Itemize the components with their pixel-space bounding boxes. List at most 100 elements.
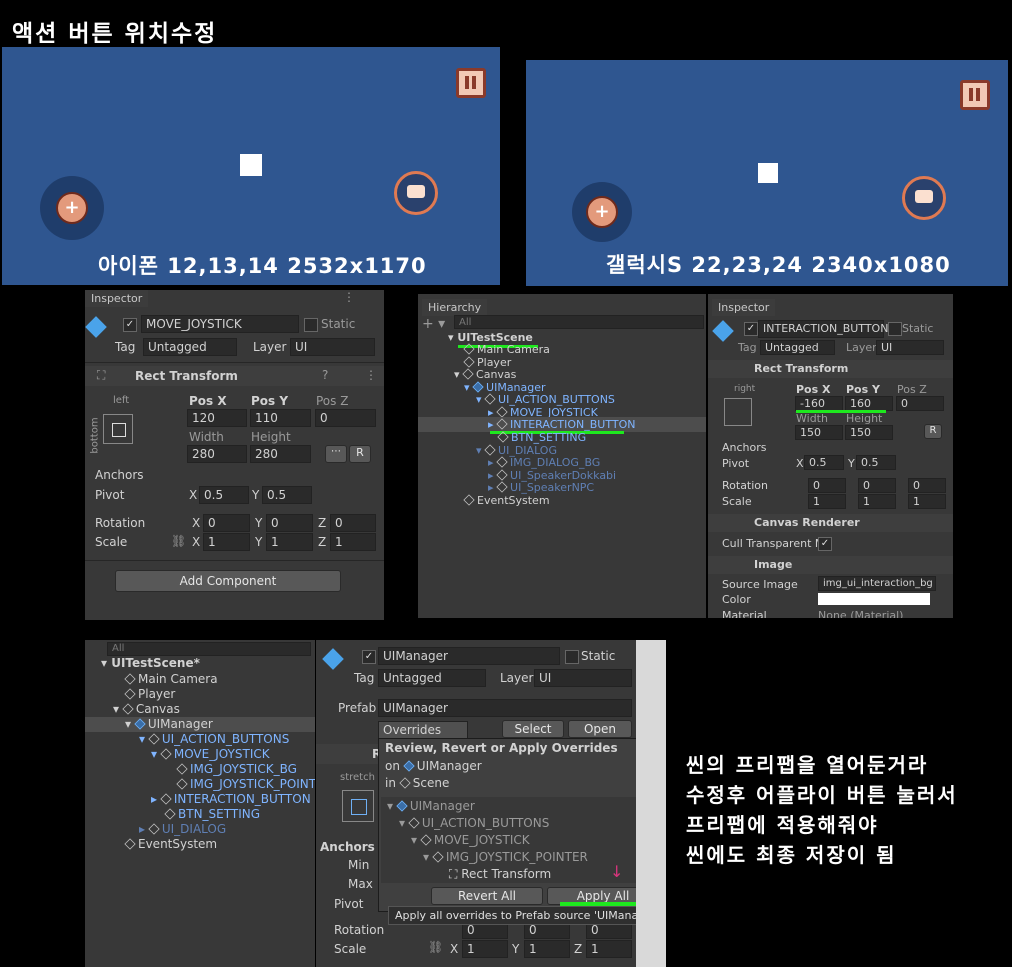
rot-z-field[interactable]: 0 — [908, 478, 946, 493]
select-button[interactable]: Select — [502, 720, 564, 738]
scale-y-field[interactable]: 1 — [266, 533, 313, 551]
scale-x-field[interactable]: 1 — [203, 533, 250, 551]
component-menu-icon[interactable]: ⋮ — [365, 368, 377, 382]
anchor-preset-icon[interactable] — [103, 414, 133, 444]
anchor-preset-icon[interactable] — [342, 790, 374, 822]
anchors-label[interactable]: Anchors — [95, 468, 144, 482]
rot-z-field[interactable]: 0 — [330, 514, 376, 532]
rot-y-field[interactable]: 0 — [858, 478, 896, 493]
scale-y-field[interactable]: 1 — [858, 494, 896, 509]
anchor-preset-icon[interactable] — [724, 398, 752, 426]
link-icon[interactable]: ⛓ — [428, 940, 443, 954]
scene-row[interactable]: ▾ UITestScene* — [85, 656, 315, 671]
list-item-selected[interactable]: ▾ UIManager — [85, 717, 315, 732]
list-item[interactable]: ▾ MOVE_JOYSTICK — [85, 747, 315, 762]
layer-dropdown[interactable]: UI — [534, 669, 632, 687]
raw-edit-button[interactable]: R — [924, 424, 942, 439]
pivot-y-field[interactable]: 0.5 — [262, 486, 312, 504]
cull-checkbox[interactable]: ✓ — [818, 537, 832, 551]
more-icon[interactable]: ⋮ — [343, 290, 355, 304]
list-item[interactable]: IMG_JOYSTICK_BG — [85, 762, 315, 777]
add-component-button[interactable]: Add Component — [115, 570, 341, 592]
rot-x-field[interactable]: 0 — [808, 478, 846, 493]
list-item[interactable]: BTN_SETTING — [85, 807, 315, 822]
open-button[interactable]: Open — [568, 720, 632, 738]
tree-item[interactable]: ▾ IMG_JOYSTICK_POINTER — [381, 850, 636, 865]
height-field[interactable]: 150 — [845, 425, 893, 440]
list-item[interactable]: ▸ INTERACTION_BUTTON — [85, 792, 315, 807]
active-checkbox[interactable]: ✓ — [123, 318, 137, 332]
tag-dropdown[interactable]: Untagged — [378, 669, 486, 687]
pivot-x-field[interactable]: 0.5 — [199, 486, 249, 504]
tree-item[interactable]: ▾ UI_ACTION_BUTTONS — [381, 816, 636, 831]
blueprint-button[interactable]: ⋯ — [325, 445, 347, 463]
hierarchy-search[interactable]: All — [454, 315, 704, 329]
height-field[interactable]: 280 — [250, 445, 311, 463]
list-item[interactable]: Player — [85, 687, 315, 702]
anchors-label[interactable]: Anchors — [320, 840, 375, 854]
tag-dropdown[interactable]: Untagged — [143, 338, 237, 356]
pause-icon[interactable] — [456, 68, 486, 98]
tree-item[interactable]: ⛶ Rect Transform — [381, 867, 636, 882]
posx-field[interactable]: 120 — [187, 409, 247, 427]
tab-inspector[interactable]: Inspector — [712, 299, 776, 316]
list-item[interactable]: ▾ Canvas — [85, 702, 315, 717]
scale-z-field[interactable]: 1 — [330, 533, 376, 551]
tag-dropdown[interactable]: Untagged — [760, 340, 835, 355]
scale-z-field[interactable]: 1 — [908, 494, 946, 509]
hierarchy-search[interactable]: All — [107, 642, 311, 656]
revert-all-button[interactable]: Revert All — [431, 887, 543, 905]
name-field[interactable]: MOVE_JOYSTICK — [141, 315, 299, 333]
scale-x-field[interactable]: 1 — [462, 940, 508, 958]
rect-transform-header[interactable]: Rect Transform — [708, 360, 953, 378]
posz-field[interactable]: 0 — [896, 396, 944, 411]
tab-inspector[interactable]: Inspector — [85, 290, 149, 307]
prefab-field[interactable]: UIManager — [378, 699, 632, 717]
scale-x-field[interactable]: 1 — [808, 494, 846, 509]
layer-dropdown[interactable]: UI — [290, 338, 375, 356]
interaction-button-icon[interactable] — [394, 171, 438, 215]
link-icon[interactable]: ⛓ — [171, 534, 186, 548]
static-checkbox[interactable] — [565, 650, 579, 664]
tree-item[interactable]: ▾ MOVE_JOYSTICK — [381, 833, 636, 848]
overrides-dropdown[interactable]: Overrides — [378, 721, 468, 739]
active-checkbox[interactable]: ✓ — [362, 650, 376, 664]
list-item[interactable]: EventSystem — [418, 493, 706, 508]
help-icon[interactable]: ? — [322, 368, 328, 382]
posz-field[interactable]: 0 — [315, 409, 376, 427]
rot-y-field[interactable]: 0 — [266, 514, 313, 532]
tab-hierarchy[interactable]: Hierarchy — [422, 299, 488, 316]
canvas-renderer-header[interactable]: Canvas Renderer — [708, 514, 953, 532]
posy-field[interactable]: 110 — [250, 409, 311, 427]
active-checkbox[interactable]: ✓ — [744, 322, 758, 336]
raw-edit-button[interactable]: R — [349, 445, 371, 463]
scale-y-field[interactable]: 1 — [524, 940, 570, 958]
width-field[interactable]: 150 — [795, 425, 843, 440]
posy-field[interactable]: 160 — [845, 396, 893, 411]
interaction-button-icon[interactable] — [902, 176, 946, 220]
list-item[interactable]: IMG_JOYSTICK_POINTE — [85, 777, 315, 792]
static-checkbox[interactable] — [304, 318, 318, 332]
source-image-field[interactable]: img_ui_interaction_bg — [818, 576, 936, 591]
pause-icon[interactable] — [960, 80, 990, 110]
name-field[interactable]: INTERACTION_BUTTON — [758, 320, 888, 338]
list-item[interactable]: EventSystem — [85, 837, 315, 852]
tree-item[interactable]: ▾ UIManager — [381, 799, 636, 814]
material-value[interactable]: None (Material) — [818, 609, 903, 618]
inspector-scrollbar[interactable] — [636, 640, 666, 967]
list-item[interactable]: ▸ UI_DIALOG — [85, 822, 315, 837]
move-joystick[interactable] — [572, 182, 632, 242]
list-item[interactable]: ▾ UI_ACTION_BUTTONS — [85, 732, 315, 747]
width-field[interactable]: 280 — [187, 445, 247, 463]
move-joystick[interactable] — [40, 176, 104, 240]
anchors-label[interactable]: Anchors — [722, 441, 767, 454]
scale-z-field[interactable]: 1 — [586, 940, 632, 958]
posx-field[interactable]: -160 — [795, 396, 843, 411]
static-checkbox[interactable] — [888, 322, 902, 336]
rot-x-field[interactable]: 0 — [203, 514, 250, 532]
pivot-x-field[interactable]: 0.5 — [804, 455, 844, 470]
image-header[interactable]: Image — [708, 556, 953, 574]
list-item[interactable]: Main Camera — [85, 672, 315, 687]
rect-transform-header[interactable]: ⛶ Rect Transform ? ⋮ — [85, 366, 384, 386]
pivot-y-field[interactable]: 0.5 — [856, 455, 896, 470]
